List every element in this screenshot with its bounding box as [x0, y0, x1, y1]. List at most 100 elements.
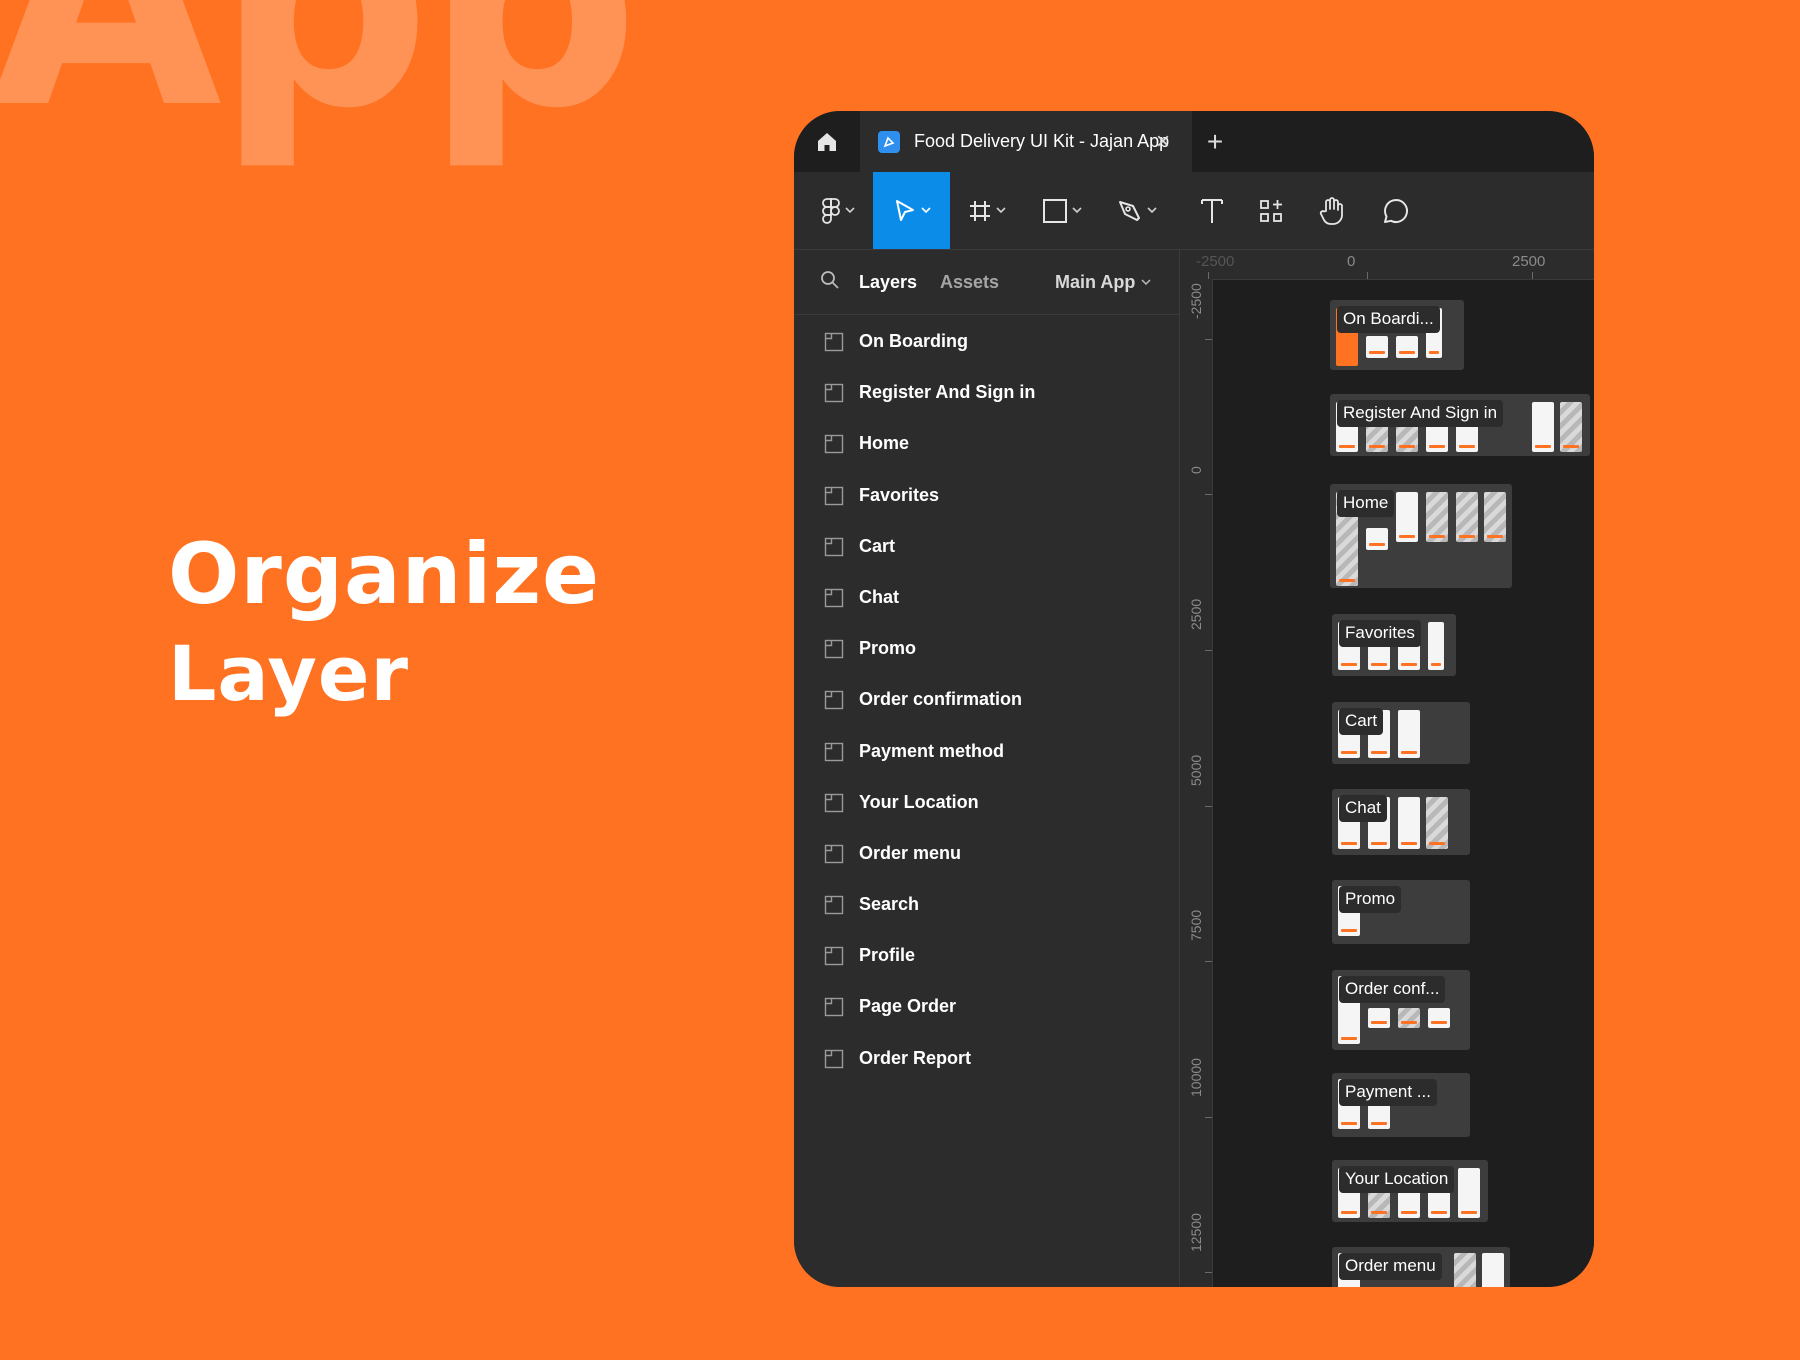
canvas-frame[interactable]: On Boardi...: [1330, 300, 1464, 370]
comment-icon: [1384, 198, 1408, 223]
frame-layer-icon: [824, 844, 844, 864]
screen-thumbnail: [1484, 492, 1506, 542]
ruler-tick-label: 12500: [1188, 1213, 1204, 1252]
move-tool-button[interactable]: [873, 172, 950, 249]
ruler-tick-label: -2500: [1196, 253, 1235, 270]
canvas-frame[interactable]: Chat: [1332, 789, 1470, 855]
screen-thumbnail: [1454, 1253, 1476, 1287]
canvas-frame[interactable]: Order menu: [1332, 1247, 1510, 1287]
frame-layer-icon: [824, 691, 844, 710]
ruler-tick: [1205, 806, 1212, 807]
screen-thumbnail: [1398, 710, 1420, 758]
text-tool-button[interactable]: [1187, 172, 1237, 249]
layer-item[interactable]: Search: [794, 879, 1179, 930]
layer-item-label: Search: [859, 894, 920, 915]
canvas-frame[interactable]: Promo: [1332, 880, 1470, 944]
canvas-frame[interactable]: Register And Sign in: [1330, 394, 1590, 456]
search-icon[interactable]: [820, 270, 840, 290]
canvas-frame[interactable]: Order conf...: [1332, 970, 1470, 1050]
layer-item[interactable]: Your Location: [794, 777, 1179, 828]
layer-item-label: Profile: [859, 945, 916, 966]
screen-thumbnail: [1428, 1008, 1450, 1028]
canvas-frame-label: Cart: [1339, 708, 1384, 735]
tab-file[interactable]: Food Delivery UI Kit - Jajan App ×: [860, 111, 1192, 172]
layer-item-label: Promo: [859, 638, 917, 659]
screen-thumbnail: [1398, 797, 1420, 849]
layer-item[interactable]: Order Report: [794, 1033, 1179, 1084]
frame-icon: [970, 200, 990, 221]
pen-tool-button[interactable]: [1107, 172, 1167, 249]
layer-item[interactable]: Profile: [794, 930, 1179, 981]
tab-bar: Food Delivery UI Kit - Jajan App × +: [794, 111, 1594, 172]
chevron-down-icon: [920, 207, 931, 214]
layer-item-label: Chat: [859, 586, 899, 607]
hand-icon: [1319, 196, 1343, 225]
comment-tool-button[interactable]: [1371, 172, 1421, 249]
layer-item[interactable]: Cart: [794, 521, 1179, 572]
layer-item[interactable]: Promo: [794, 623, 1179, 674]
layer-item[interactable]: On Boarding: [794, 316, 1179, 367]
layer-item-label: Home: [859, 433, 910, 454]
text-icon: [1201, 198, 1223, 223]
layer-item[interactable]: Order confirmation: [794, 674, 1179, 725]
canvas-frame-label: Home: [1337, 490, 1395, 517]
layer-item-label: Payment method: [859, 740, 1005, 761]
tab-layers[interactable]: Layers: [859, 272, 917, 293]
frame-layer-icon: [824, 639, 844, 659]
home-button[interactable]: [794, 111, 860, 172]
frame-layer-icon: [824, 332, 844, 352]
layer-item[interactable]: Chat: [794, 572, 1179, 623]
screen-thumbnail: [1456, 492, 1478, 542]
frame-layer-icon: [824, 998, 844, 1017]
screen-thumbnail: [1396, 492, 1418, 542]
canvas-frame-label: Your Location: [1339, 1166, 1455, 1193]
toolbar: [794, 172, 1594, 250]
canvas-frame-label: Register And Sign in: [1337, 400, 1504, 427]
canvas-frame[interactable]: Your Location: [1332, 1160, 1488, 1222]
hand-tool-button[interactable]: [1307, 172, 1357, 249]
canvas-frame[interactable]: Home: [1330, 484, 1512, 588]
new-tab-button[interactable]: +: [1199, 126, 1231, 158]
shape-tool-button[interactable]: [1032, 172, 1092, 249]
resources-button[interactable]: [1246, 172, 1296, 249]
frame-tool-button[interactable]: [957, 172, 1017, 249]
layer-item[interactable]: Favorites: [794, 470, 1179, 521]
canvas-frame[interactable]: Payment ...: [1332, 1073, 1470, 1137]
screen-thumbnail: [1532, 402, 1554, 452]
ruler-tick: [1205, 961, 1212, 962]
layer-item-label: Order Report: [859, 1047, 972, 1068]
screen-thumbnail: [1482, 1253, 1504, 1287]
screen-thumbnail: [1426, 797, 1448, 849]
canvas-frame-label: Promo: [1339, 886, 1402, 913]
ruler-tick: [1532, 272, 1533, 279]
frame-layer-icon: [824, 947, 844, 966]
home-icon: [818, 132, 836, 151]
main-menu-button[interactable]: [808, 172, 868, 249]
layer-item[interactable]: Order menu: [794, 828, 1179, 879]
screen-thumbnail: [1560, 402, 1582, 452]
layer-item[interactable]: Payment method: [794, 726, 1179, 777]
chevron-down-icon: [1072, 207, 1082, 214]
layer-item[interactable]: Home: [794, 418, 1179, 469]
layer-item-label: On Boarding: [859, 331, 968, 351]
figma-logo-icon: [822, 197, 840, 224]
headline: Organize Layer: [168, 532, 600, 712]
chevron-down-icon: [1147, 207, 1157, 214]
ruler-tick: [1367, 272, 1368, 279]
tab-assets[interactable]: Assets: [940, 272, 999, 293]
canvas-frame[interactable]: Cart: [1332, 702, 1470, 764]
rectangle-icon: [1043, 198, 1067, 223]
figma-file-icon: [878, 130, 900, 153]
figma-window: Food Delivery UI Kit - Jajan App × + Lay…: [794, 111, 1594, 1287]
sidebar-tabs: Layers Assets Main App: [794, 250, 1179, 315]
layer-item[interactable]: Register And Sign in: [794, 367, 1179, 418]
canvas[interactable]: -2500 0 2500 -2500 0 2500 5000 7500 10000 12500 …: [1180, 250, 1594, 1287]
page-selector[interactable]: Main App: [1055, 272, 1151, 293]
headline-line-2: Layer: [168, 629, 409, 718]
headline-line-1: Organize: [168, 525, 601, 623]
screen-thumbnail: [1396, 336, 1418, 358]
canvas-frame[interactable]: Favorites: [1332, 614, 1456, 676]
layer-item[interactable]: Page Order: [794, 981, 1179, 1032]
close-icon[interactable]: ×: [1148, 127, 1178, 157]
canvas-frame-label: Favorites: [1339, 620, 1421, 647]
